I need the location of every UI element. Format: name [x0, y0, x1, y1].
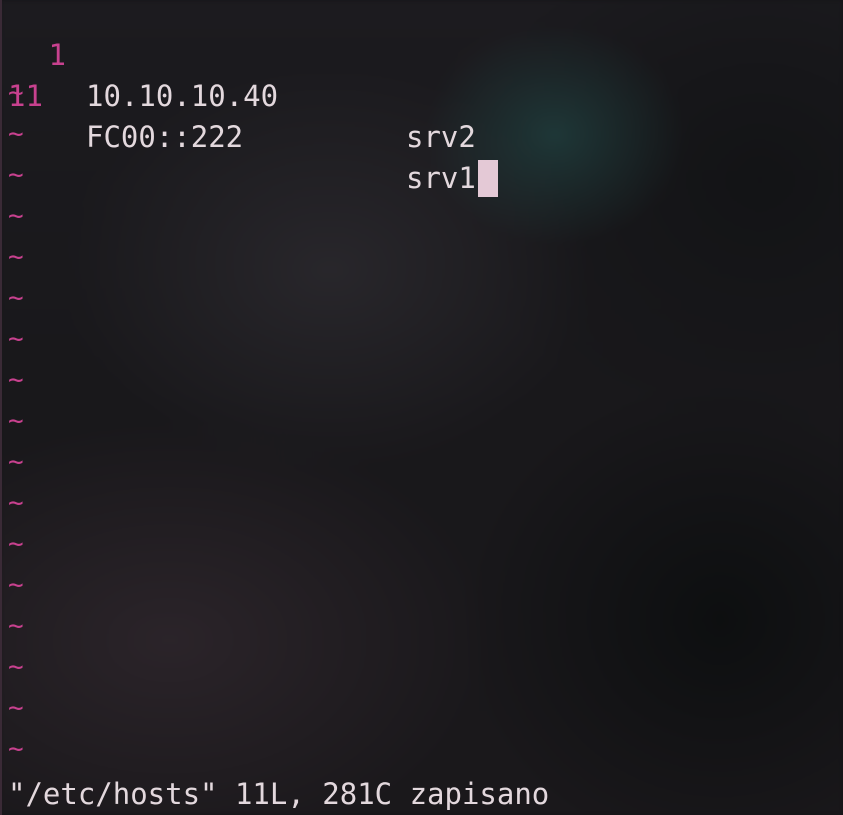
tilde-filler: ~	[8, 78, 24, 108]
tilde-filler: ~	[8, 283, 24, 313]
status-message: "/etc/hosts" 11L, 281C zapisano	[8, 777, 550, 811]
hostname: srv2	[406, 120, 476, 154]
tilde-filler: ~	[8, 201, 24, 231]
tilde-filler: ~	[8, 447, 24, 477]
vim-editor[interactable]: 1 10.10.10.40 srv2 11 FC00::222 srv1 ~ ~ ~…	[0, 0, 843, 815]
tilde-filler: ~	[8, 119, 24, 149]
hostname: srv1	[406, 161, 476, 195]
tilde-filler: ~	[8, 652, 24, 682]
editor-line[interactable]: 1 10.10.10.40 srv2	[0, 0, 476, 154]
editor-line-current[interactable]: 11 FC00::222 srv1	[0, 35, 498, 197]
text-cursor	[477, 160, 498, 197]
tilde-filler: ~	[8, 406, 24, 436]
tilde-filler: ~	[8, 324, 24, 354]
tilde-filler: ~	[8, 488, 24, 518]
ip-address: 10.10.10.40	[86, 79, 279, 113]
tilde-filler: ~	[8, 242, 24, 272]
tilde-filler: ~	[8, 611, 24, 641]
tilde-filler: ~	[8, 160, 24, 190]
tilde-filler: ~	[8, 365, 24, 395]
ip-address: FC00::222	[86, 120, 244, 154]
tilde-filler: ~	[8, 734, 24, 764]
tilde-filler: ~	[8, 529, 24, 559]
tilde-filler: ~	[8, 570, 24, 600]
tilde-filler: ~	[8, 693, 24, 723]
